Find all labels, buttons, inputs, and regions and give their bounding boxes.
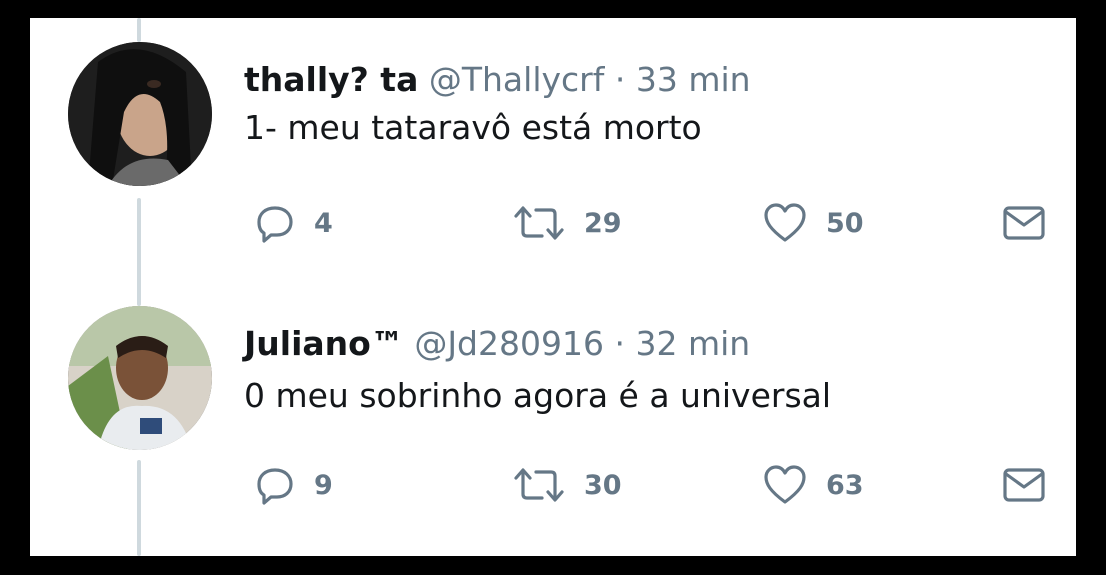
- reply-count: 9: [314, 469, 333, 501]
- tweet-actions: 4 29 50: [244, 198, 1046, 248]
- timestamp[interactable]: 33 min: [636, 60, 751, 99]
- display-name[interactable]: Juliano™: [244, 324, 404, 363]
- separator: ·: [614, 60, 626, 99]
- retweet-button[interactable]: 30: [512, 460, 622, 510]
- user-handle[interactable]: @Jd280916: [414, 324, 604, 363]
- retweet-count: 29: [584, 207, 622, 239]
- timestamp[interactable]: 32 min: [635, 324, 750, 363]
- avatar-image: [68, 42, 212, 186]
- tweet-2[interactable]: Juliano™ @Jd280916 · 32 min 0 meu sobrin…: [30, 288, 1076, 556]
- reply-count: 4: [314, 207, 333, 239]
- tweet-text: 1- meu tataravô está morto: [244, 108, 702, 147]
- like-count: 50: [826, 207, 864, 239]
- tweet-header: thally? ta @Thallycrf · 33 min: [244, 60, 751, 99]
- reply-button[interactable]: 4: [254, 198, 333, 248]
- retweet-icon: [512, 202, 566, 244]
- tweet-header: Juliano™ @Jd280916 · 32 min: [244, 324, 750, 363]
- reply-button[interactable]: 9: [254, 460, 333, 510]
- retweet-button[interactable]: 29: [512, 198, 622, 248]
- like-icon: [762, 464, 808, 506]
- avatar[interactable]: [68, 306, 212, 450]
- tweet-text: 0 meu sobrinho agora é a universal: [244, 376, 832, 415]
- tweet-thread-panel: thally? ta @Thallycrf · 33 min 1- meu ta…: [30, 18, 1076, 556]
- avatar[interactable]: [68, 42, 212, 186]
- reply-icon: [254, 202, 296, 244]
- display-name[interactable]: thally? ta: [244, 60, 418, 99]
- retweet-count: 30: [584, 469, 622, 501]
- separator: ·: [614, 324, 625, 363]
- reply-icon: [254, 464, 296, 506]
- like-button[interactable]: 63: [762, 460, 864, 510]
- direct-message-button[interactable]: [1002, 198, 1046, 248]
- message-icon: [1002, 203, 1046, 243]
- like-count: 63: [826, 469, 864, 501]
- message-icon: [1002, 465, 1046, 505]
- tweet-actions: 9 30 63: [244, 460, 1046, 510]
- retweet-icon: [512, 464, 566, 506]
- like-icon: [762, 202, 808, 244]
- user-handle[interactable]: @Thallycrf: [429, 60, 605, 99]
- direct-message-button[interactable]: [1002, 460, 1046, 510]
- avatar-image: [68, 306, 212, 450]
- tweet-1[interactable]: thally? ta @Thallycrf · 33 min 1- meu ta…: [30, 18, 1076, 288]
- like-button[interactable]: 50: [762, 198, 864, 248]
